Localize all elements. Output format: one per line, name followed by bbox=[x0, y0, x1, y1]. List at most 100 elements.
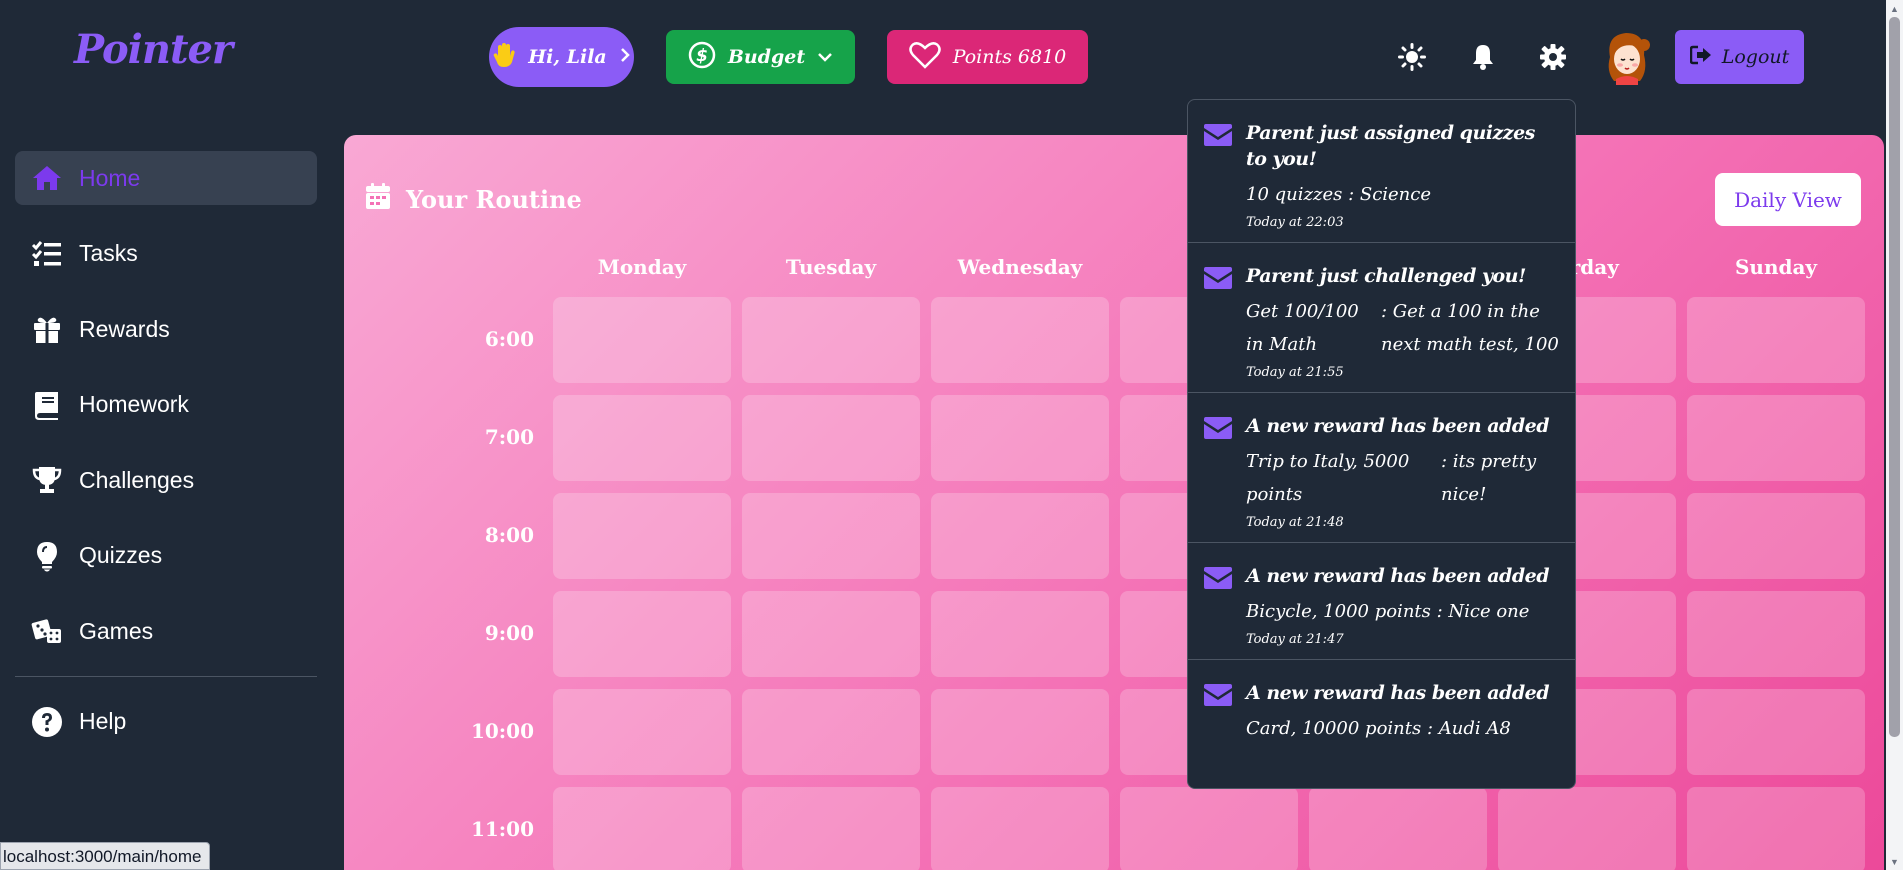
time-slot[interactable] bbox=[1687, 689, 1865, 775]
budget-dropdown[interactable]: $ Budget bbox=[666, 30, 855, 84]
sidebar-item-label: Rewards bbox=[79, 315, 170, 342]
envelope-icon bbox=[1204, 124, 1232, 146]
waving-hand-icon bbox=[492, 42, 516, 73]
sidebar-item-games[interactable]: Games bbox=[15, 604, 317, 658]
notification-message: Bicycle, 1000 points : Nice one bbox=[1246, 601, 1530, 622]
time-slot[interactable] bbox=[742, 689, 920, 775]
lightbulb-icon bbox=[37, 541, 57, 571]
time-slot[interactable] bbox=[1687, 787, 1865, 870]
sidebar-item-help[interactable]: Help bbox=[15, 695, 317, 749]
logout-label: Logout bbox=[1721, 46, 1790, 68]
bell-icon[interactable] bbox=[1466, 40, 1500, 74]
time-slot[interactable] bbox=[1120, 787, 1298, 870]
gear-icon[interactable] bbox=[1536, 40, 1570, 74]
app-logo[interactable]: Pointer bbox=[74, 26, 233, 73]
time-slot[interactable] bbox=[553, 787, 731, 870]
notification-time: Today at 21:47 bbox=[1246, 632, 1344, 647]
routine-card: Your Routine Daily View Monday Tuesday Wed… bbox=[344, 135, 1884, 870]
time-slot[interactable] bbox=[931, 787, 1109, 870]
sidebar-item-tasks[interactable]: Tasks bbox=[15, 227, 317, 281]
chevron-right-icon bbox=[619, 46, 631, 68]
points-label: Points 6810 bbox=[952, 46, 1067, 68]
notification-detail: : Get a 100 in the next math test, 100 bbox=[1381, 301, 1559, 355]
logout-button[interactable]: Logout bbox=[1675, 30, 1804, 84]
time-label: 10:00 bbox=[470, 719, 534, 743]
routine-header: Your Routine bbox=[366, 183, 582, 215]
notification-message: Card, 10000 points : Audi A8 bbox=[1246, 718, 1511, 739]
time-label: 6:00 bbox=[484, 327, 534, 351]
scroll-thumb[interactable] bbox=[1889, 17, 1900, 737]
theme-toggle-sun-icon[interactable] bbox=[1395, 40, 1429, 74]
dollar-circle-icon: $ bbox=[688, 41, 716, 74]
sidebar: Home Tasks Rewards Homework Challenges Q… bbox=[15, 151, 317, 770]
scroll-down-arrow-icon[interactable]: ▼ bbox=[1886, 853, 1903, 870]
points-button[interactable]: Points 6810 bbox=[887, 30, 1088, 84]
notification-message: Get 100/100 in Math bbox=[1246, 301, 1359, 355]
notification-item[interactable]: Parent just assigned quizzes to you! 10 … bbox=[1188, 100, 1575, 243]
time-slot[interactable] bbox=[1687, 395, 1865, 481]
dice-icon bbox=[31, 619, 61, 643]
envelope-icon bbox=[1204, 417, 1232, 439]
notification-message: 10 quizzes : Science bbox=[1246, 184, 1432, 205]
time-slot[interactable] bbox=[931, 395, 1109, 481]
time-slot[interactable] bbox=[931, 591, 1109, 677]
page-scrollbar[interactable]: ▲ ▼ bbox=[1886, 0, 1903, 870]
trophy-icon bbox=[32, 467, 62, 493]
scroll-up-arrow-icon[interactable]: ▲ bbox=[1886, 0, 1903, 17]
envelope-icon bbox=[1204, 684, 1232, 706]
day-header: Monday bbox=[597, 255, 687, 279]
time-slot[interactable] bbox=[931, 297, 1109, 383]
notification-item[interactable]: Parent just challenged you! Get 100/100 … bbox=[1188, 243, 1575, 393]
notification-time: Today at 21:55 bbox=[1246, 365, 1344, 380]
time-slot[interactable] bbox=[553, 395, 731, 481]
time-slot[interactable] bbox=[1687, 493, 1865, 579]
daily-view-button[interactable]: Daily View bbox=[1715, 173, 1861, 226]
time-slot[interactable] bbox=[931, 689, 1109, 775]
sidebar-item-home[interactable]: Home bbox=[15, 151, 317, 205]
time-slot[interactable] bbox=[553, 591, 731, 677]
notification-item[interactable]: A new reward has been added Bicycle, 100… bbox=[1188, 543, 1575, 660]
time-slot[interactable] bbox=[553, 297, 731, 383]
time-slot[interactable] bbox=[1687, 297, 1865, 383]
sidebar-item-label: Home bbox=[79, 164, 141, 191]
time-slot[interactable] bbox=[742, 787, 920, 870]
sidebar-item-label: Help bbox=[79, 708, 127, 734]
notification-message: Trip to Italy, 5000 points bbox=[1246, 451, 1410, 505]
chevron-down-icon bbox=[817, 46, 833, 68]
time-slot[interactable] bbox=[1309, 787, 1487, 870]
time-slot[interactable] bbox=[742, 493, 920, 579]
sidebar-item-homework[interactable]: Homework bbox=[15, 378, 317, 432]
time-slot[interactable] bbox=[742, 591, 920, 677]
heart-icon bbox=[908, 41, 941, 74]
sidebar-item-quizzes[interactable]: Quizzes bbox=[15, 529, 317, 583]
time-slot[interactable] bbox=[931, 493, 1109, 579]
time-slot[interactable] bbox=[1498, 787, 1676, 870]
notification-time: Today at 21:48 bbox=[1246, 515, 1344, 530]
envelope-icon bbox=[1204, 567, 1232, 589]
time-slot[interactable] bbox=[553, 689, 731, 775]
avatar[interactable] bbox=[1600, 27, 1654, 85]
notification-title: A new reward has been added bbox=[1246, 682, 1550, 704]
time-slot[interactable] bbox=[553, 493, 731, 579]
envelope-icon bbox=[1204, 267, 1232, 289]
notification-item[interactable]: A new reward has been added Card, 10000 … bbox=[1188, 660, 1575, 757]
time-label: 9:00 bbox=[484, 621, 534, 645]
time-slot[interactable] bbox=[742, 395, 920, 481]
sidebar-divider bbox=[15, 675, 317, 677]
notification-title: Parent just challenged you! bbox=[1246, 265, 1526, 287]
time-slot[interactable] bbox=[1687, 591, 1865, 677]
day-header: Sunday bbox=[1734, 255, 1818, 279]
notification-title: Parent just assigned quizzes to you! bbox=[1246, 122, 1535, 170]
time-slot[interactable] bbox=[742, 297, 920, 383]
notification-title: A new reward has been added bbox=[1246, 415, 1550, 437]
sidebar-item-label: Homework bbox=[79, 391, 189, 417]
book-icon bbox=[35, 391, 58, 420]
sidebar-item-challenges[interactable]: Challenges bbox=[15, 453, 317, 507]
notification-item[interactable]: A new reward has been added Trip to Ital… bbox=[1188, 393, 1575, 543]
list-check-icon bbox=[31, 240, 61, 266]
day-header: Tuesday bbox=[785, 255, 877, 279]
greeting-button[interactable]: Hi, Lila bbox=[489, 27, 634, 87]
sidebar-item-rewards[interactable]: Rewards bbox=[15, 302, 317, 356]
time-label: 11:00 bbox=[470, 817, 534, 841]
notification-title: A new reward has been added bbox=[1246, 565, 1550, 587]
